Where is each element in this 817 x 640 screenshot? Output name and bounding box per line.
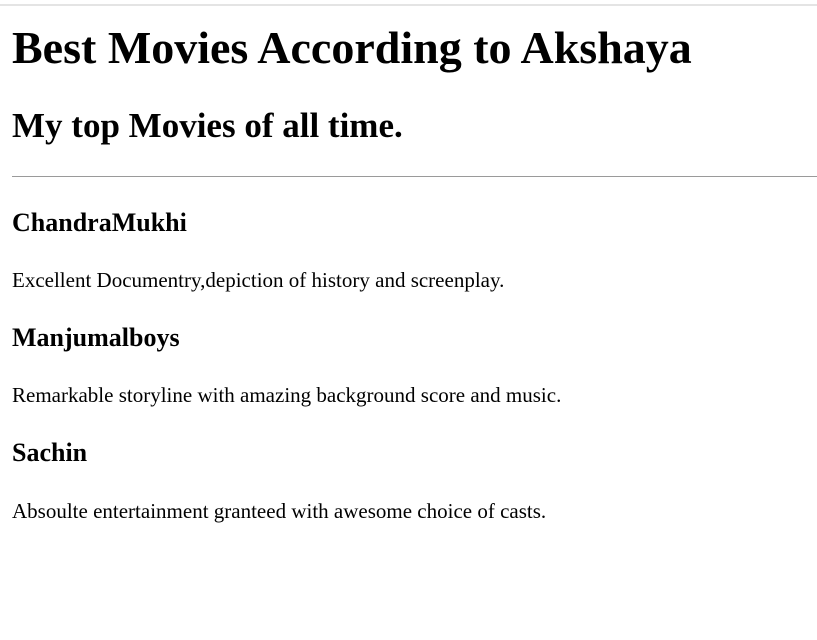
horizontal-divider <box>12 176 817 177</box>
page-title: Best Movies According to Akshaya <box>12 22 692 73</box>
movie-title-sachin: Sachin <box>12 438 88 467</box>
movie-title-chandramukhi: ChandraMukhi <box>12 208 187 237</box>
movie-description-chandramukhi: Excellent Documentry,depiction of histor… <box>12 268 505 292</box>
movie-title-manjumalboys: Manjumalboys <box>12 323 180 352</box>
movie-description-manjumalboys: Remarkable storyline with amazing backgr… <box>12 383 562 407</box>
movie-description-sachin: Absoulte entertainment granteed with awe… <box>12 499 547 523</box>
page-subtitle: My top Movies of all time. <box>12 106 403 145</box>
top-border <box>0 4 817 6</box>
